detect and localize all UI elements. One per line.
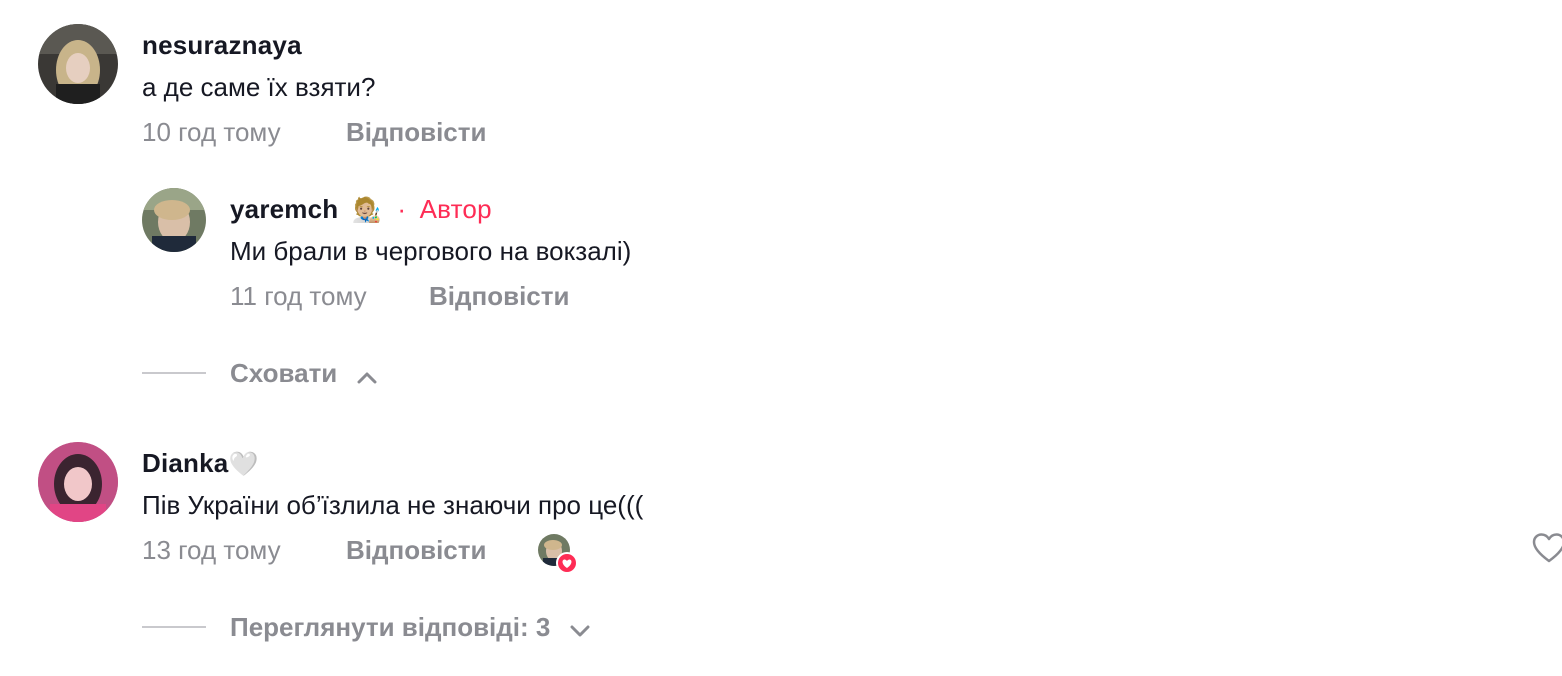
avatar-image	[142, 188, 206, 252]
divider-line	[142, 626, 206, 628]
chevron-down-icon	[570, 614, 590, 645]
avatar-image	[38, 24, 118, 104]
hide-replies-label[interactable]: Сховати	[230, 358, 337, 388]
comment-timestamp: 13 год тому	[142, 535, 281, 565]
heart-badge-icon	[556, 552, 578, 574]
reply-timestamp: 11 год тому	[230, 281, 367, 311]
author-badge: Автор	[419, 194, 492, 224]
comment-item: Dianka🤍 Пів України об’їзлила не знаючи …	[0, 420, 1562, 676]
reply-username[interactable]: yaremch 🧑🏼‍🎨 · Автор	[230, 194, 492, 225]
view-replies-button[interactable]: Переглянути відповіді: 3	[230, 612, 590, 645]
comment-item: nesuraznaya а де саме їх взяти? 10 год т…	[0, 0, 1562, 420]
view-replies-label[interactable]: Переглянути відповіді: 3	[230, 612, 550, 642]
chevron-up-icon	[357, 360, 377, 391]
username-emoji: 🧑🏼‍🎨	[351, 197, 382, 224]
reply-avatar[interactable]	[142, 188, 206, 252]
separator-dot: ·	[397, 194, 407, 224]
heart-outline-icon[interactable]	[1532, 532, 1562, 571]
white-heart-icon: 🤍	[228, 451, 259, 478]
reply-button[interactable]: Відповісти	[429, 281, 569, 312]
comment-text: Пів України об’їзлила не знаючи про це((…	[142, 490, 644, 520]
comment-timestamp: 10 год тому	[142, 117, 281, 147]
hide-replies-button[interactable]: Сховати	[230, 358, 377, 391]
avatar[interactable]	[38, 24, 118, 104]
avatar-image	[38, 442, 118, 522]
comment-username[interactable]: nesuraznaya	[142, 30, 302, 61]
reply-username-text[interactable]: yaremch	[230, 194, 338, 224]
reply-button[interactable]: Відповісти	[346, 117, 486, 148]
divider-line	[142, 372, 206, 374]
comment-username-text[interactable]: Dianka	[142, 448, 228, 478]
avatar[interactable]	[38, 442, 118, 522]
comment-text: а де саме їх взяти?	[142, 72, 376, 102]
reply-button[interactable]: Відповісти	[346, 535, 486, 566]
liked-by-creator-icon	[538, 534, 578, 574]
comment-username[interactable]: Dianka🤍	[142, 448, 259, 479]
reply-text: Ми брали в чергового на вокзалі)	[230, 236, 632, 266]
